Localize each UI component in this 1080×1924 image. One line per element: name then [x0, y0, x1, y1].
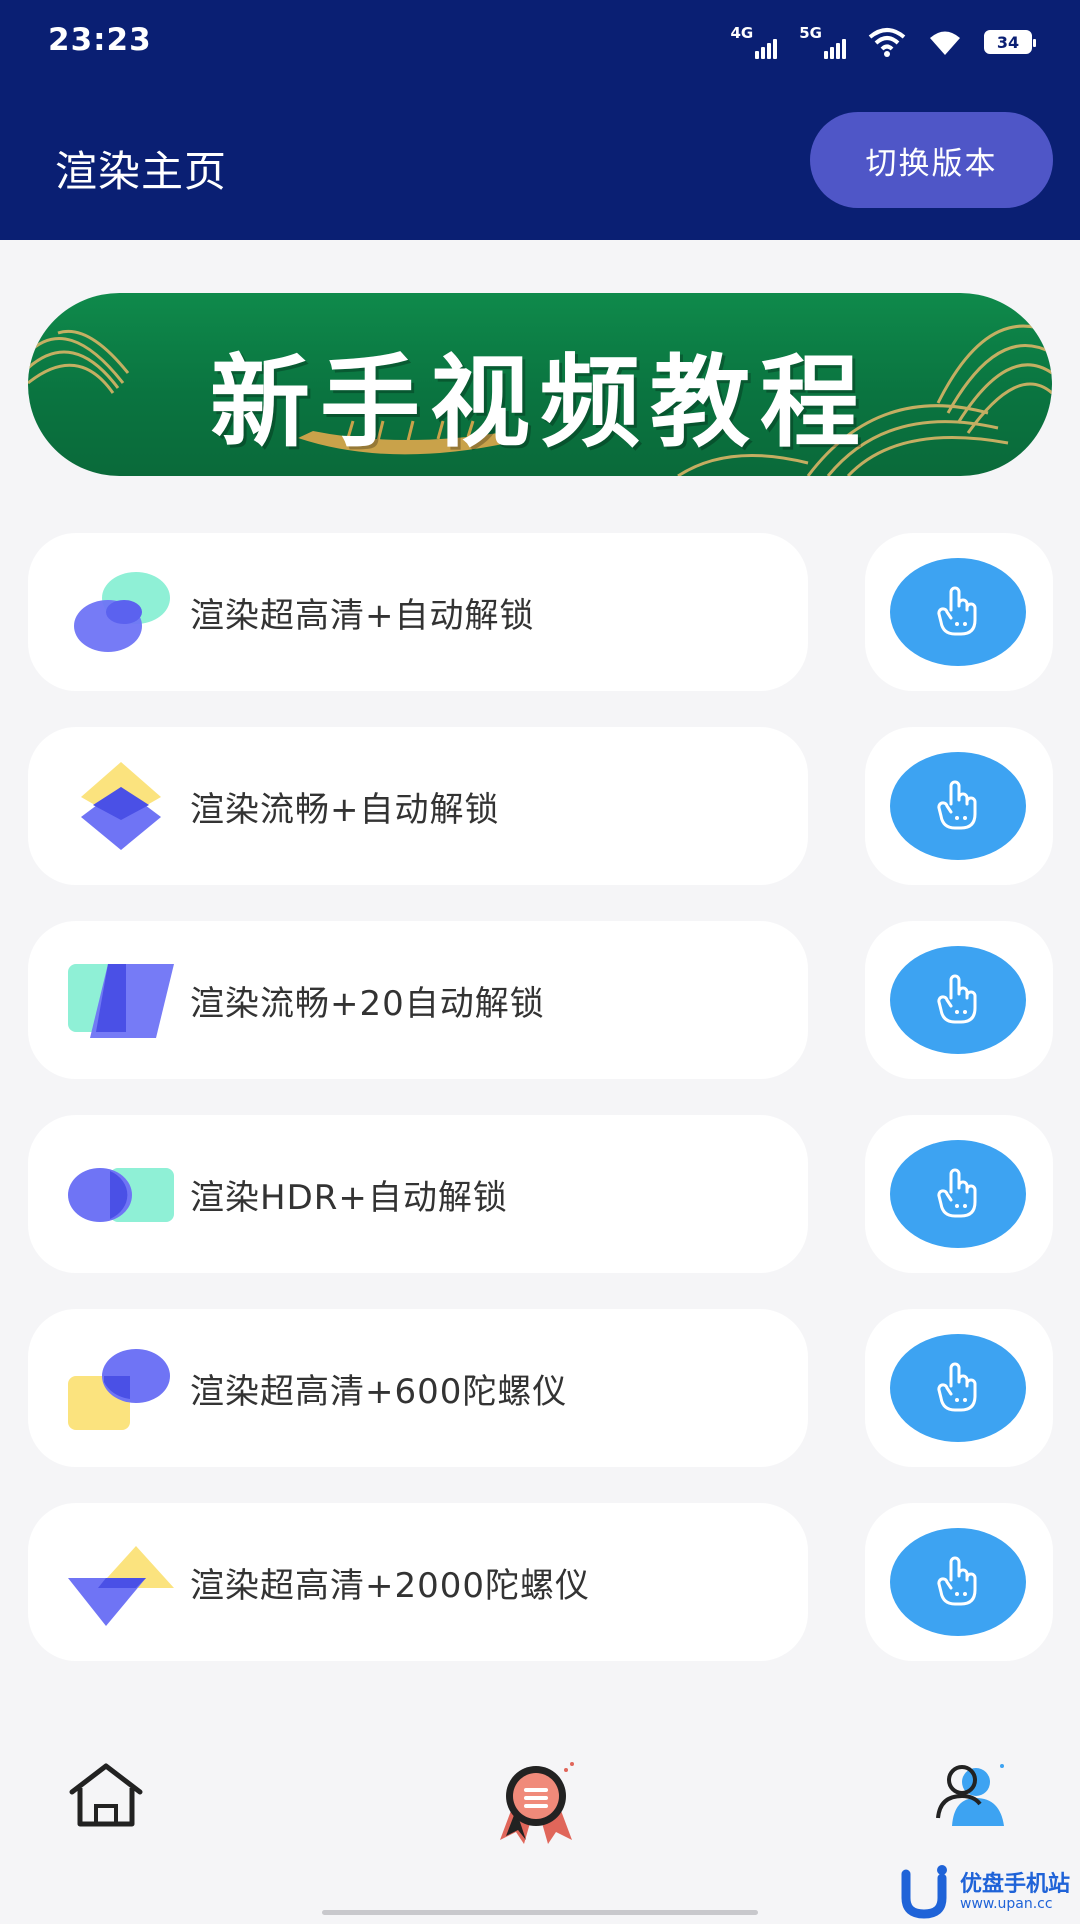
tap-hand-icon — [937, 780, 977, 830]
wifi-icon-2 — [930, 31, 960, 55]
tap-hand-icon — [937, 1362, 977, 1412]
app-header: 23:23 4G 5G 34 渲染主页 切换版本 — [0, 0, 1080, 240]
feature-action-button[interactable] — [865, 921, 1053, 1079]
feature-action-button[interactable] — [865, 727, 1053, 885]
network-5g-icon: 5G — [799, 25, 846, 59]
page-title: 渲染主页 — [55, 147, 228, 196]
tap-hand-icon — [937, 1168, 977, 1218]
feature-card[interactable]: 渲染超高清+2000陀螺仪 — [28, 1503, 808, 1661]
feature-card[interactable]: 渲染流畅+自动解锁 — [28, 727, 808, 885]
stacked-diamonds-icon — [81, 762, 161, 850]
feature-card[interactable]: 渲染流畅+20自动解锁 — [28, 921, 808, 1079]
tap-hand-icon — [937, 1556, 977, 1606]
switch-version-button[interactable]: 切换版本 — [810, 112, 1053, 208]
skewed-cards-icon — [68, 964, 174, 1038]
upan-logo-icon — [901, 1865, 947, 1919]
feature-label: 渲染流畅+自动解锁 — [190, 789, 500, 830]
feature-label: 渲染HDR+自动解锁 — [190, 1177, 508, 1218]
watermark-text: 优盘手机站 — [960, 1872, 1071, 1897]
award-badge-icon[interactable] — [492, 1758, 580, 1846]
wifi-icon — [868, 28, 906, 57]
feature-action-button[interactable] — [865, 1309, 1053, 1467]
battery-icon: 34 — [984, 30, 1036, 54]
home-icon[interactable] — [68, 1762, 144, 1828]
feature-action-button[interactable] — [865, 1115, 1053, 1273]
tap-hand-icon — [937, 586, 977, 636]
feature-label: 渲染超高清+2000陀螺仪 — [190, 1565, 591, 1606]
status-time: 23:23 — [48, 22, 152, 58]
feature-label: 渲染流畅+20自动解锁 — [190, 983, 545, 1024]
watermark-logo: 优盘手机站 www.upan.cc — [898, 1864, 1080, 1920]
feature-action-button[interactable] — [865, 1503, 1053, 1661]
feature-card[interactable]: 渲染超高清+600陀螺仪 — [28, 1309, 808, 1467]
home-indicator[interactable] — [322, 1910, 758, 1915]
overlap-circles-icon — [74, 572, 170, 652]
square-circle-icon — [68, 1349, 170, 1430]
circle-square-icon — [68, 1168, 174, 1222]
tutorial-banner[interactable]: 新手视频教程 — [28, 293, 1052, 476]
banner-title: 新手视频教程 — [210, 344, 870, 461]
watermark-url: www.upan.cc — [960, 1896, 1053, 1912]
feature-card[interactable]: 渲染HDR+自动解锁 — [28, 1115, 808, 1273]
feature-action-button[interactable] — [865, 533, 1053, 691]
feature-card[interactable]: 渲染超高清+自动解锁 — [28, 533, 808, 691]
feature-label: 渲染超高清+600陀螺仪 — [190, 1371, 568, 1412]
network-4g-icon: 4G — [731, 25, 778, 59]
users-icon[interactable] — [934, 1762, 1006, 1826]
feature-label: 渲染超高清+自动解锁 — [190, 595, 535, 636]
triangles-icon — [68, 1546, 174, 1626]
tap-hand-icon — [937, 974, 977, 1024]
status-icons: 4G 5G 34 — [731, 22, 1036, 62]
